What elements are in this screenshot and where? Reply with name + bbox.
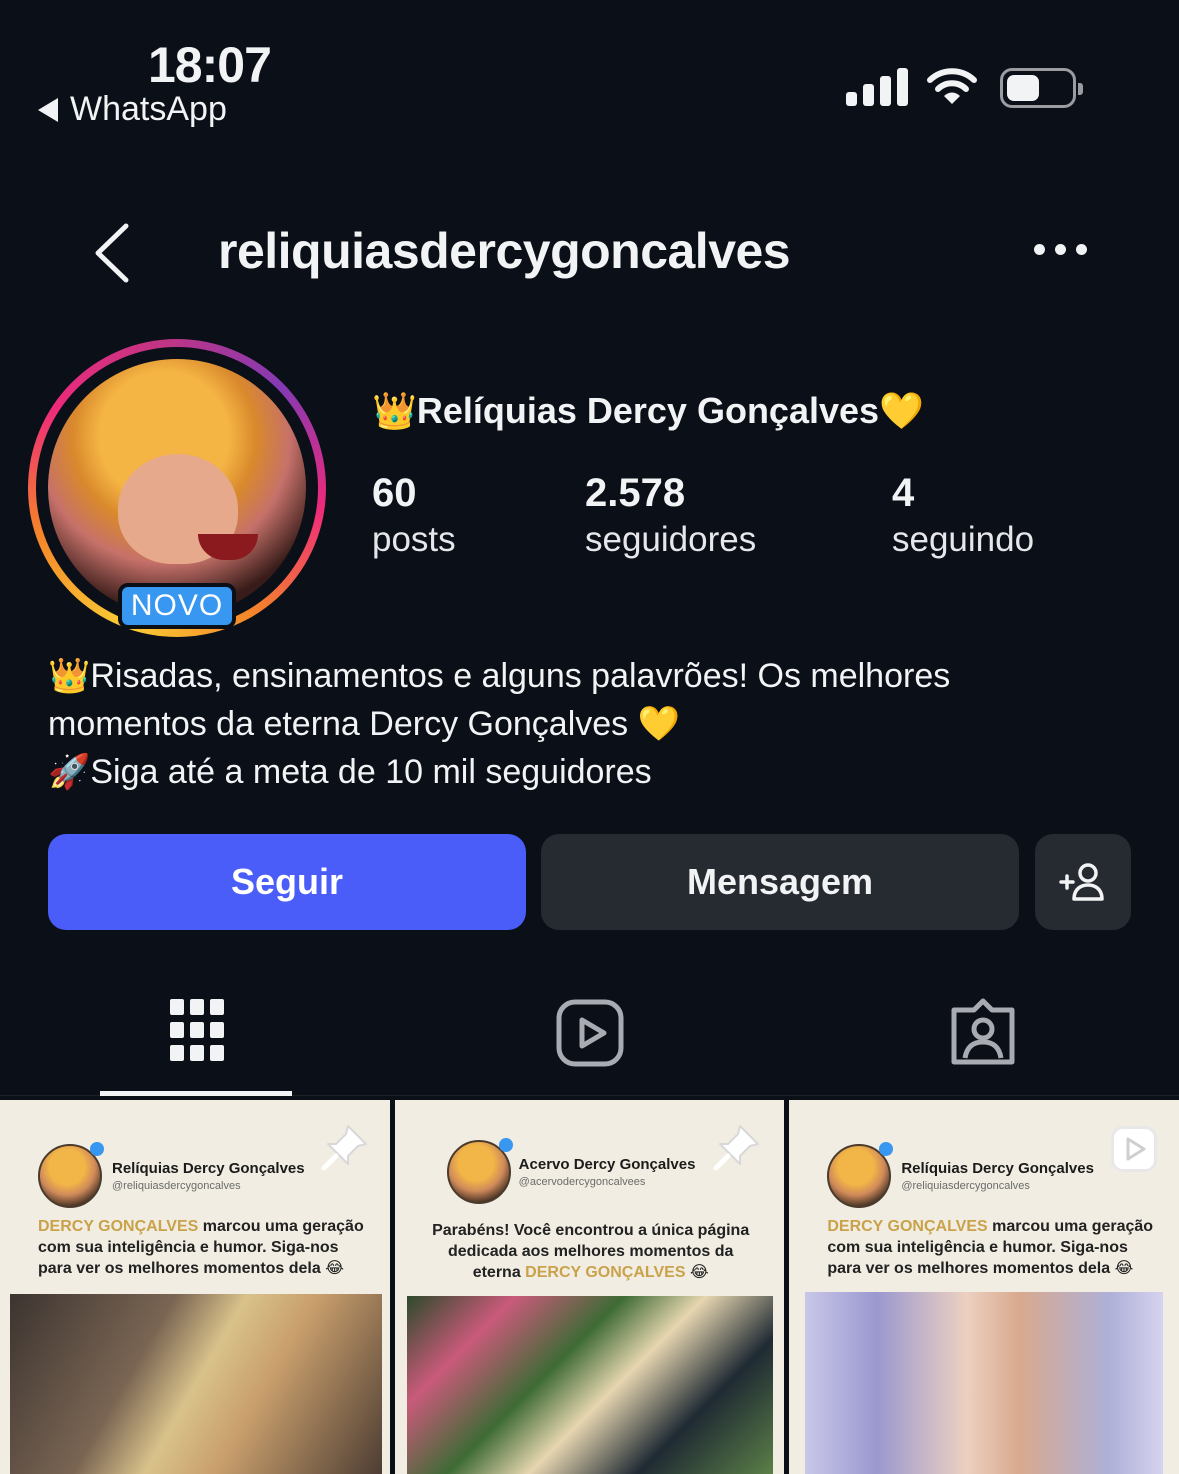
- pin-icon: [321, 1125, 367, 1171]
- verified-icon: [90, 1142, 104, 1156]
- post-caption: DERCY GONÇALVES marcou uma geração com s…: [38, 1216, 368, 1279]
- grid-icon[interactable]: [168, 995, 226, 1065]
- post-caption: DERCY GONÇALVES marcou uma geração com s…: [827, 1216, 1157, 1279]
- stat-following-value: 4: [892, 471, 915, 515]
- reel-icon: [1111, 1126, 1158, 1172]
- verified-icon: [879, 1142, 894, 1156]
- back-triangle-icon: [38, 97, 58, 122]
- add-person-icon: [1059, 863, 1104, 901]
- stat-following[interactable]: 4 seguindo: [892, 470, 1034, 564]
- status-time: 18:07: [148, 37, 272, 93]
- post-tile[interactable]: Relíquias Dercy Gonçalves @reliquiasderc…: [789, 1100, 1179, 1474]
- profile-username: reliquiasdercygoncalves: [218, 223, 791, 279]
- stat-posts[interactable]: 60 posts: [372, 470, 456, 564]
- post-thumbnail: [805, 1292, 1164, 1474]
- post-thumbnail: [10, 1294, 382, 1474]
- more-horizontal-icon[interactable]: [1034, 244, 1087, 255]
- post-thumbnail: [406, 1296, 773, 1474]
- reels-icon[interactable]: [555, 998, 625, 1068]
- post-caption: Parabéns! Você encontrou a única página …: [423, 1220, 759, 1283]
- chevron-left-icon[interactable]: [92, 222, 132, 284]
- post-account-name: Relíquias Dercy Gonçalves: [112, 1160, 305, 1177]
- posts-grid: Relíquias Dercy Gonçalves @reliquiasderc…: [0, 1100, 1179, 1474]
- tagged-icon[interactable]: [948, 996, 1018, 1068]
- battery-icon: [1000, 68, 1083, 108]
- stat-posts-value: 60: [372, 471, 417, 515]
- profile-bio: 👑Risadas, ensinamentos e alguns palavrõe…: [48, 652, 1138, 796]
- wifi-icon: [927, 68, 977, 104]
- profile-avatar: [48, 359, 306, 617]
- bio-line: momentos da eterna Dercy Gonçalves 💛: [48, 705, 680, 743]
- caption-tail: 😂: [685, 1264, 709, 1281]
- post-tile[interactable]: Acervo Dercy Gonçalves @acervodercygonca…: [394, 1100, 785, 1474]
- stat-posts-label: posts: [372, 520, 456, 559]
- post-account-handle: @reliquiasdercygoncalves: [901, 1180, 1030, 1192]
- verified-icon: [498, 1138, 513, 1152]
- caption-highlight: DERCY GONÇALVES: [827, 1218, 988, 1235]
- back-app-label: WhatsApp: [70, 90, 227, 128]
- follow-button[interactable]: Seguir: [48, 834, 526, 930]
- stat-followers-value: 2.578: [585, 471, 686, 515]
- caption-highlight: DERCY GONÇALVES: [525, 1264, 686, 1281]
- stat-following-label: seguindo: [892, 520, 1035, 559]
- bio-line: 👑Risadas, ensinamentos e alguns palavrõe…: [48, 657, 951, 695]
- active-tab-indicator: [100, 1091, 292, 1096]
- bio-line: 🚀Siga até a meta de 10 mil seguidores: [48, 753, 652, 791]
- post-account-handle: @reliquiasdercygoncalves: [112, 1180, 241, 1192]
- post-account-name: Relíquias Dercy Gonçalves: [901, 1160, 1094, 1177]
- post-account-handle: @acervodercygoncalvees: [518, 1176, 646, 1188]
- suggest-users-button[interactable]: [1035, 834, 1131, 930]
- pin-icon: [713, 1125, 760, 1171]
- stat-followers-label: seguidores: [585, 520, 757, 559]
- message-button[interactable]: Mensagem: [541, 834, 1019, 930]
- back-to-app-button[interactable]: WhatsApp: [38, 90, 227, 129]
- display-name: 👑Relíquias Dercy Gonçalves💛: [372, 390, 924, 431]
- signal-icon: [846, 68, 908, 106]
- post-account-name: Acervo Dercy Gonçalves: [518, 1156, 696, 1173]
- stat-followers[interactable]: 2.578 seguidores: [585, 470, 756, 564]
- new-story-badge: NOVO: [118, 583, 236, 629]
- caption-highlight: DERCY GONÇALVES: [38, 1218, 199, 1235]
- post-tile[interactable]: Relíquias Dercy Gonçalves @reliquiasderc…: [0, 1100, 390, 1474]
